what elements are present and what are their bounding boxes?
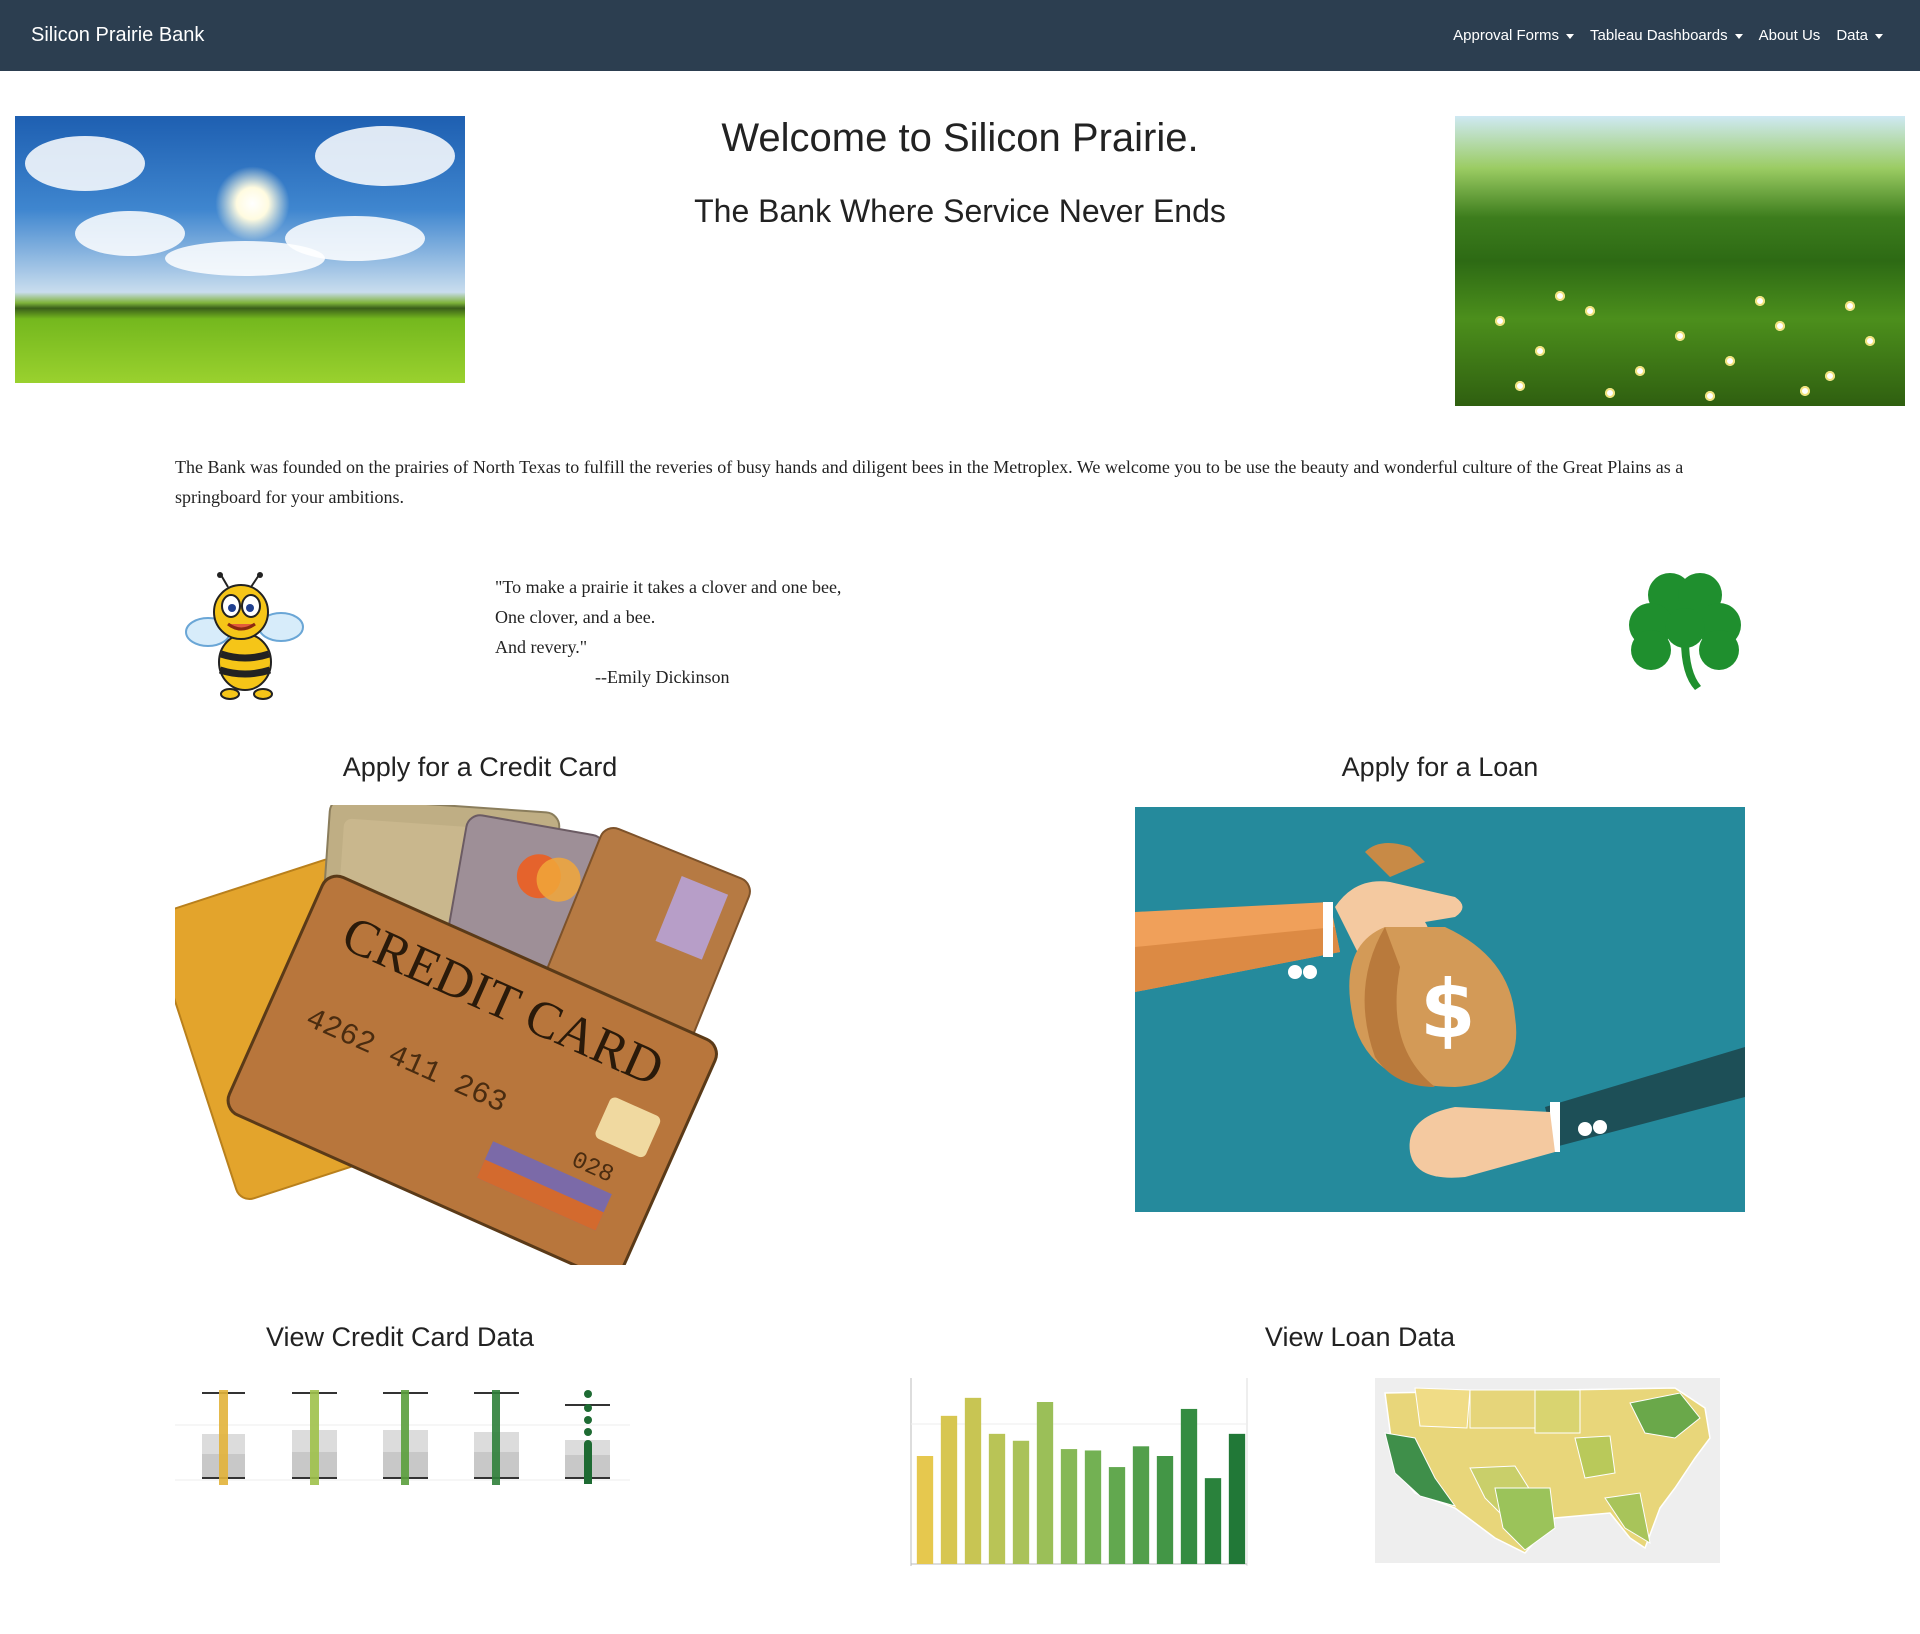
apply-loan-heading[interactable]: Apply for a Loan [1135, 752, 1745, 783]
bar-10 [1132, 1446, 1150, 1564]
bar-11 [1156, 1456, 1174, 1564]
boxplot-group-1 [202, 1390, 245, 1485]
sky-field-image [15, 116, 465, 383]
caret-down-icon [1875, 33, 1883, 39]
apply-credit-card-heading[interactable]: Apply for a Credit Card [175, 752, 785, 783]
brand-link[interactable]: Silicon Prairie Bank [31, 0, 204, 71]
page-tagline: The Bank Where Service Never Ends [694, 193, 1226, 229]
nav-tableau-dashboards[interactable]: Tableau Dashboards [1590, 27, 1743, 44]
nav-approval-forms-label: Approval Forms [1453, 27, 1560, 44]
navbar: Silicon Prairie Bank Approval Forms Tabl… [0, 0, 1920, 71]
credit-card-boxplot-thumbnail[interactable] [175, 1380, 630, 1505]
nav-about-us[interactable]: About Us [1759, 27, 1821, 44]
sun-glow [215, 166, 290, 241]
bee-icon [185, 572, 304, 700]
boxplot-group-2 [292, 1390, 337, 1485]
bar-14 [1228, 1433, 1246, 1564]
page-title: Welcome to Silicon Prairie. [721, 116, 1199, 160]
loan-money-bag-image[interactable]: $ [1135, 807, 1745, 1212]
bar-9 [1108, 1467, 1126, 1564]
bar-7 [1060, 1449, 1078, 1564]
quote-author: --Emily Dickinson [595, 667, 730, 687]
bar-1 [916, 1456, 934, 1564]
boxplot-group-4 [474, 1390, 519, 1485]
view-loan-data-heading[interactable]: View Loan Data [1000, 1322, 1720, 1353]
bar-6 [1036, 1402, 1054, 1564]
dickinson-quote: "To make a prairie it takes a clover and… [495, 572, 841, 692]
caret-down-icon [1734, 33, 1743, 39]
bar-4 [988, 1433, 1006, 1564]
bar-5 [1012, 1440, 1030, 1564]
clover-icon [1629, 573, 1741, 690]
quote-line-2: One clover, and a bee. [495, 607, 656, 627]
quote-line-3: And revery." [495, 637, 588, 657]
intro-paragraph: The Bank was founded on the prairies of … [175, 457, 1684, 507]
boxplot-group-5 [565, 1390, 610, 1484]
nav-menu: Approval Forms Tableau Dashboards About … [1453, 0, 1883, 71]
bar-8 [1084, 1450, 1102, 1564]
caret-down-icon [1566, 33, 1575, 39]
nav-data-label: Data [1836, 27, 1868, 44]
meadow-image [1455, 116, 1905, 406]
bar-12 [1180, 1408, 1198, 1564]
nav-approval-forms[interactable]: Approval Forms [1453, 27, 1575, 44]
loan-us-map-thumbnail[interactable] [1375, 1378, 1720, 1563]
nav-data[interactable]: Data [1836, 27, 1883, 44]
boxplot-group-3 [383, 1390, 428, 1485]
quote-line-1: "To make a prairie it takes a clover and… [495, 577, 842, 597]
loan-bar-chart-thumbnail[interactable] [909, 1378, 1249, 1566]
view-credit-card-data-heading[interactable]: View Credit Card Data [175, 1322, 625, 1353]
bar-3 [964, 1397, 982, 1564]
bar-2 [940, 1415, 958, 1564]
bar-13 [1204, 1478, 1222, 1564]
nav-about-us-label: About Us [1758, 27, 1821, 44]
nav-tableau-dashboards-label: Tableau Dashboards [1590, 27, 1728, 44]
svg-text:$: $ [1420, 963, 1476, 1056]
credit-cards-image[interactable]: CREDIT CARD 4262 411 263 028 [175, 805, 790, 1265]
